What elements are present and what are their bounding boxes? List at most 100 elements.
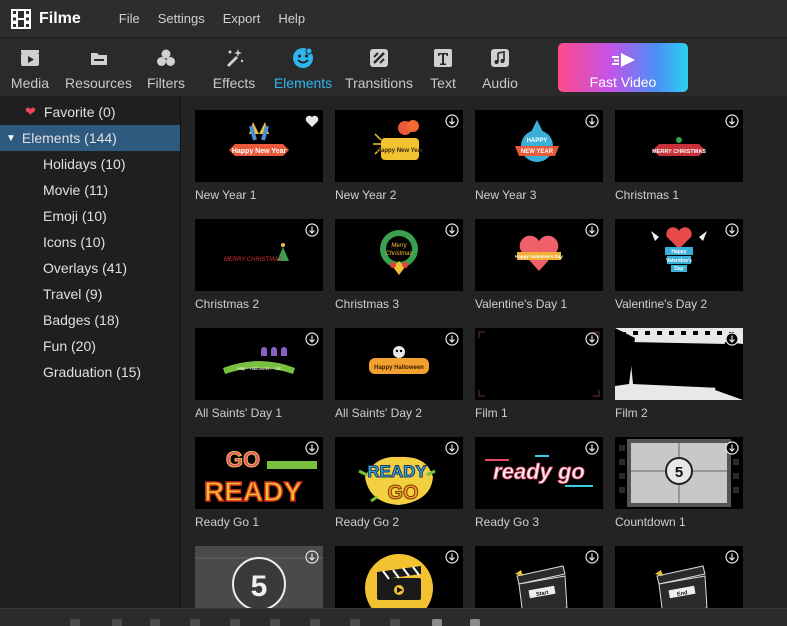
download-icon[interactable] xyxy=(445,223,459,237)
element-card[interactable]: READY GO Ready Go 2 xyxy=(335,437,463,529)
download-icon[interactable] xyxy=(585,441,599,455)
download-icon[interactable] xyxy=(585,332,599,346)
tab-media[interactable]: Media xyxy=(10,38,50,97)
sidebar-item-movie[interactable]: Movie (11) xyxy=(0,177,180,203)
delete-icon[interactable] xyxy=(190,619,200,626)
element-card[interactable]: Start xyxy=(475,546,603,608)
element-card[interactable]: Film 2 xyxy=(615,328,743,420)
element-name: Christmas 3 xyxy=(335,297,400,311)
download-icon[interactable] xyxy=(305,223,319,237)
tab-transitions[interactable]: Transitions xyxy=(345,38,413,97)
element-card[interactable]: Happy Halloween All Saints' Day 2 xyxy=(335,328,463,420)
color-icon[interactable] xyxy=(310,619,320,626)
main-toolbar: Media Resources Filters Effects Elements… xyxy=(0,37,787,96)
element-card[interactable]: Happy Valentine's Day Valentine's Day 1 xyxy=(475,219,603,311)
element-card[interactable]: Merry Christmas Christmas 3 xyxy=(335,219,463,311)
element-name: All Saints' Day 2 xyxy=(335,406,422,420)
tab-effects[interactable]: Effects xyxy=(213,38,255,97)
download-icon[interactable] xyxy=(585,114,599,128)
element-name: New Year 2 xyxy=(335,188,397,202)
download-icon[interactable] xyxy=(305,550,319,564)
element-card[interactable]: MERRY CHRISTMAS Christmas 1 xyxy=(615,110,743,202)
fast-video-button[interactable]: Fast Video xyxy=(558,43,688,92)
download-icon[interactable] xyxy=(725,223,739,237)
app-title: Filme xyxy=(39,9,81,27)
element-card[interactable]: Happy New Year New Year 1 xyxy=(195,110,323,202)
microphone-icon[interactable] xyxy=(432,619,442,626)
element-card[interactable]: Film 1 xyxy=(475,328,603,420)
thumb-text: READY xyxy=(204,476,302,507)
download-icon[interactable] xyxy=(725,441,739,455)
cut-icon[interactable] xyxy=(150,619,160,626)
download-icon[interactable] xyxy=(305,332,319,346)
sidebar-item-emoji[interactable]: Emoji (10) xyxy=(0,203,180,229)
element-name: Ready Go 3 xyxy=(475,515,540,529)
sidebar-item-favorite[interactable]: ❤ Favorite (0) xyxy=(0,99,180,125)
element-card[interactable]: ready go Ready Go 3 xyxy=(475,437,603,529)
zoom-icon[interactable] xyxy=(350,619,360,626)
download-icon[interactable] xyxy=(445,114,459,128)
tab-filters[interactable]: Filters xyxy=(147,38,185,97)
element-card[interactable]: GO READY Ready Go 1 xyxy=(195,437,323,529)
element-card[interactable] xyxy=(335,546,463,608)
heart-icon[interactable] xyxy=(305,114,319,128)
tab-audio[interactable]: Audio xyxy=(482,38,518,97)
thumb-text: ready go xyxy=(493,459,585,484)
filters-icon xyxy=(155,47,177,69)
tab-elements[interactable]: Elements xyxy=(274,38,332,97)
sidebar-item-fun[interactable]: Fun (20) xyxy=(0,333,180,359)
title-bar: Filme File Settings Export Help xyxy=(0,0,787,37)
download-icon[interactable] xyxy=(585,223,599,237)
transitions-icon xyxy=(368,47,390,69)
filme-logo-icon xyxy=(11,8,31,29)
thumb-text: Valentine's xyxy=(666,258,692,264)
sidebar-item-graduation[interactable]: Graduation (15) xyxy=(0,359,180,385)
sidebar-item-badges[interactable]: Badges (18) xyxy=(0,307,180,333)
marker-icon[interactable] xyxy=(390,619,400,626)
element-card[interactable]: End xyxy=(615,546,743,608)
tab-text[interactable]: Text xyxy=(430,38,456,97)
thumb-text: Happy New Year xyxy=(232,148,287,155)
element-card[interactable]: Happy Valentine's Day Valentine's Day 2 xyxy=(615,219,743,311)
sidebar-item-holidays[interactable]: Holidays (10) xyxy=(0,151,180,177)
download-icon[interactable] xyxy=(305,441,319,455)
sidebar-item-overlays[interactable]: Overlays (41) xyxy=(0,255,180,281)
download-icon[interactable] xyxy=(725,332,739,346)
element-thumbnail: HAPPY NEW YEAR xyxy=(475,110,603,182)
expand-triangle-icon[interactable]: ▼ xyxy=(6,133,16,144)
download-icon[interactable] xyxy=(445,332,459,346)
element-card[interactable]: 5 Countdown 1 xyxy=(615,437,743,529)
speed-icon[interactable] xyxy=(270,619,280,626)
redo-icon[interactable] xyxy=(112,619,122,626)
heart-icon: ❤ xyxy=(25,104,36,119)
download-icon[interactable] xyxy=(725,550,739,564)
crop-icon[interactable] xyxy=(230,619,240,626)
element-thumbnail xyxy=(475,328,603,400)
element-card[interactable]: Hap - Halloween - cat All Saints' Day 1 xyxy=(195,328,323,420)
download-icon[interactable] xyxy=(725,114,739,128)
sidebar-item-icons[interactable]: Icons (10) xyxy=(0,229,180,255)
download-icon[interactable] xyxy=(445,441,459,455)
element-card[interactable]: Happy New Year New Year 2 xyxy=(335,110,463,202)
menu-file[interactable]: File xyxy=(119,11,140,26)
undo-icon[interactable] xyxy=(70,619,80,626)
camera-icon[interactable] xyxy=(470,619,480,626)
download-icon[interactable] xyxy=(585,550,599,564)
menu-export[interactable]: Export xyxy=(223,11,261,26)
element-card[interactable]: 5 xyxy=(195,546,323,608)
elements-grid: Happy New Year New Year 1 Happy New Year… xyxy=(182,96,787,608)
category-sidebar: ❤ Favorite (0) ▼ Elements (144) Holidays… xyxy=(0,96,181,608)
download-icon[interactable] xyxy=(445,550,459,564)
thumb-text: NEW YEAR xyxy=(521,149,554,155)
thumb-text: Merry xyxy=(391,243,407,249)
element-card[interactable]: HAPPY NEW YEAR New Year 3 xyxy=(475,110,603,202)
menu-help[interactable]: Help xyxy=(278,11,305,26)
element-card[interactable]: MERRY CHRISTMAS Christmas 2 xyxy=(195,219,323,311)
sidebar-item-elements[interactable]: ▼ Elements (144) xyxy=(0,125,180,151)
sidebar-item-travel[interactable]: Travel (9) xyxy=(0,281,180,307)
element-thumbnail: End xyxy=(615,546,743,608)
menu-settings[interactable]: Settings xyxy=(158,11,205,26)
tab-resources[interactable]: Resources xyxy=(65,38,132,97)
thumb-text: Hap - Halloween - cat xyxy=(237,366,281,371)
thumb-text: Happy xyxy=(671,249,687,255)
